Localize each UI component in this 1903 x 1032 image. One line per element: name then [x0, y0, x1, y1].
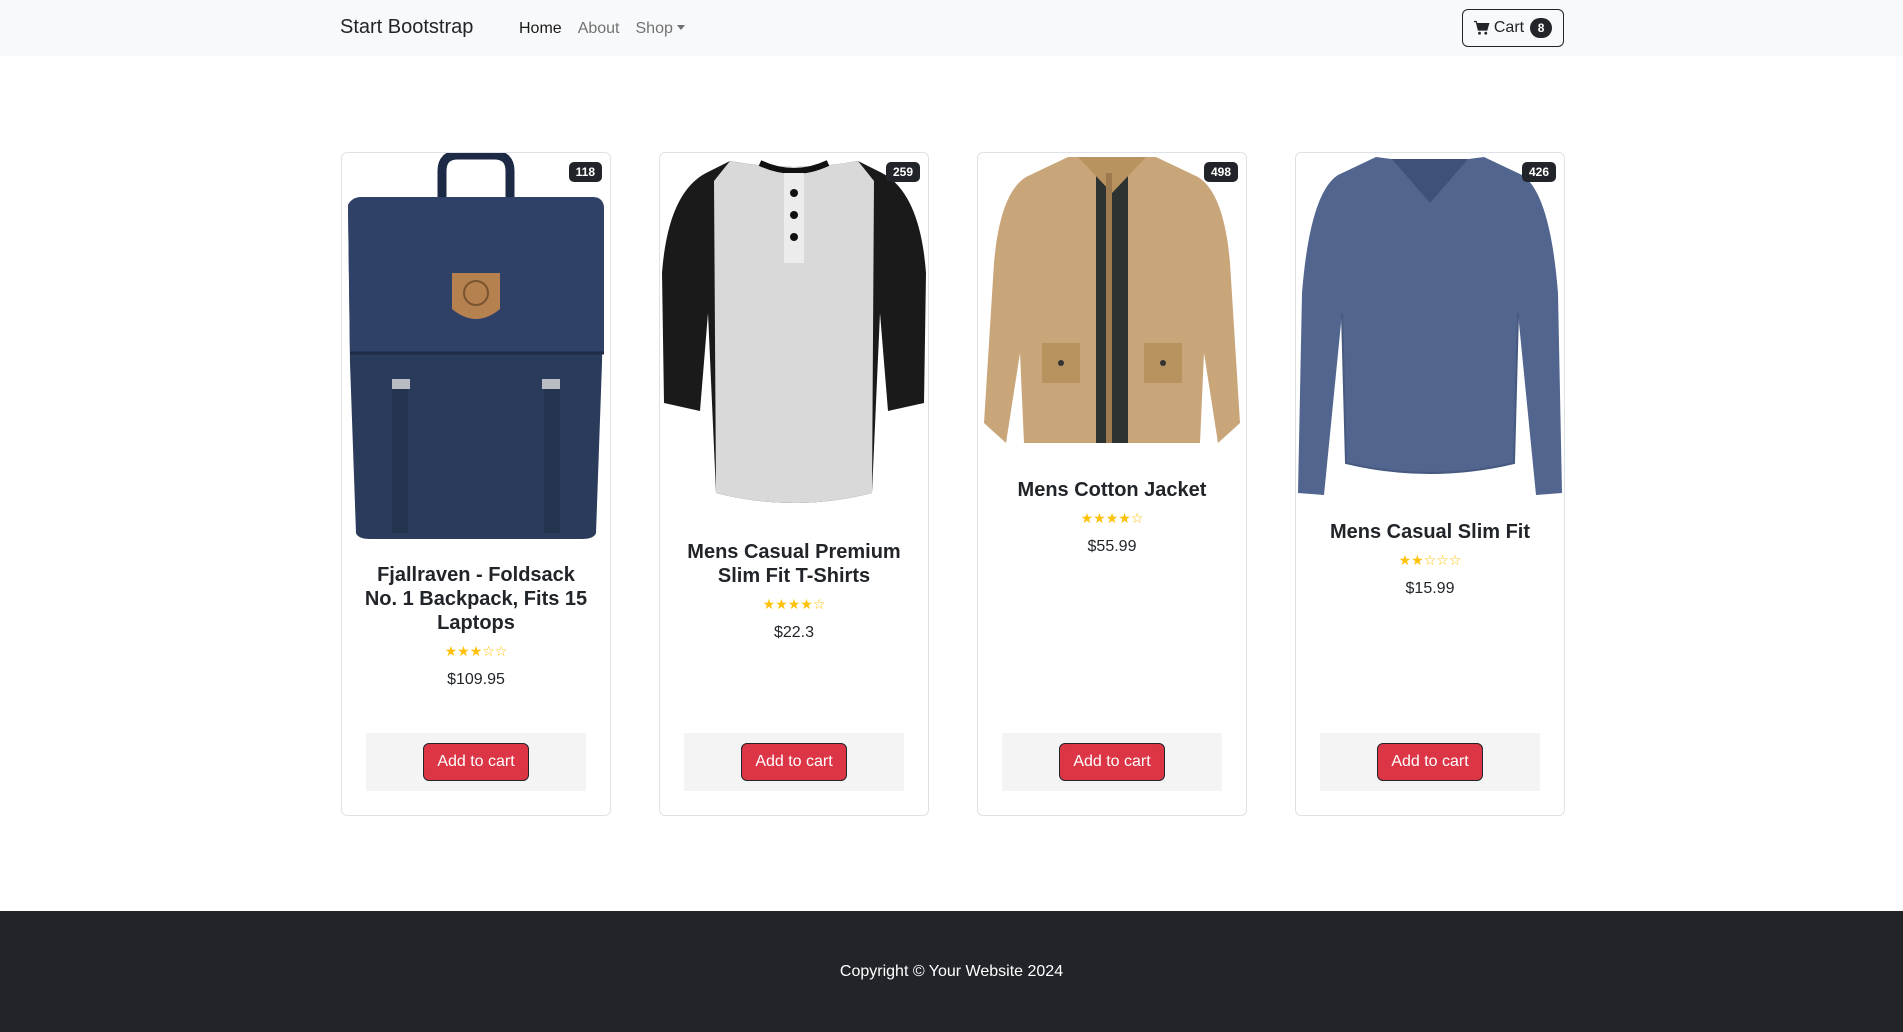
product-image-raglan-tshirt[interactable]	[660, 153, 928, 518]
product-badge: 498	[1203, 162, 1238, 182]
product-card: 259 Mens Casual Premium Slim Fit T-Shirt…	[659, 152, 929, 816]
product-image-cotton-jacket[interactable]	[978, 153, 1246, 458]
add-to-cart-button[interactable]: Add to cart	[1059, 743, 1165, 781]
star-rating: ★★★★☆	[762, 596, 826, 612]
product-price: $109.95	[447, 671, 505, 688]
card-footer: Add to cart	[1320, 733, 1540, 791]
caret-down-icon	[676, 25, 685, 30]
nav-dropdown-shop[interactable]: Shop	[636, 20, 685, 38]
card-footer: Add to cart	[366, 733, 586, 791]
product-price: $22.3	[773, 624, 815, 641]
cart-count-badge: 8	[1530, 18, 1553, 38]
add-to-cart-button[interactable]: Add to cart	[1377, 743, 1483, 781]
card-footer: Add to cart	[1002, 733, 1222, 791]
product-image-backpack[interactable]	[342, 153, 610, 548]
nav-link-home[interactable]: Home	[519, 20, 562, 38]
product-card: 498 Mens Cotton Jacket ★★★★☆ $55.99 Add …	[977, 152, 1247, 816]
product-info: Mens Casual Premium Slim Fit T-Shirts ★★…	[660, 540, 928, 642]
nav-link-about[interactable]: About	[578, 20, 620, 38]
cart-label: Cart	[1493, 19, 1525, 36]
copyright-text: Copyright © Your Website 2024	[839, 962, 1064, 980]
product-badge: 118	[568, 162, 602, 182]
product-price: $55.99	[1087, 538, 1137, 555]
product-title: Fjallraven - Foldsack No. 1 Backpack, Fi…	[364, 564, 588, 634]
nav-dropdown-shop-label: Shop	[635, 20, 673, 37]
add-to-cart-button[interactable]: Add to cart	[423, 743, 529, 781]
navbar: Start Bootstrap Home About Shop Cart 8	[0, 0, 1903, 56]
brand-logo[interactable]: Start Bootstrap	[340, 16, 473, 39]
product-card: 426 Mens Casual Slim Fit ★★☆☆☆ $15.99 Ad…	[1295, 152, 1565, 816]
product-title: Mens Casual Premium Slim Fit T-Shirts	[687, 541, 901, 587]
product-title: Mens Casual Slim Fit	[1329, 521, 1531, 543]
product-badge: 259	[885, 162, 920, 182]
product-info: Mens Cotton Jacket ★★★★☆ $55.99	[978, 478, 1246, 556]
cart-button[interactable]: Cart 8	[1462, 9, 1564, 47]
product-title: Mens Cotton Jacket	[1017, 479, 1207, 501]
star-rating: ★★★☆☆	[444, 643, 508, 659]
product-card: 118 Fjallraven - Foldsack No. 1 Backpack…	[341, 152, 611, 816]
product-price: $15.99	[1405, 580, 1455, 597]
product-info: Fjallraven - Foldsack No. 1 Backpack, Fi…	[342, 563, 610, 689]
add-to-cart-button[interactable]: Add to cart	[741, 743, 847, 781]
site-footer: Copyright © Your Website 2024	[0, 911, 1903, 1032]
cart-icon	[1473, 20, 1490, 35]
star-rating: ★★☆☆☆	[1398, 552, 1462, 568]
product-badge: 426	[1521, 162, 1556, 182]
card-footer: Add to cart	[684, 733, 904, 791]
nav-links: Home About Shop	[519, 20, 685, 38]
product-info: Mens Casual Slim Fit ★★☆☆☆ $15.99	[1296, 520, 1564, 598]
product-image-longsleeve-shirt[interactable]	[1296, 153, 1564, 503]
star-rating: ★★★★☆	[1080, 510, 1144, 526]
